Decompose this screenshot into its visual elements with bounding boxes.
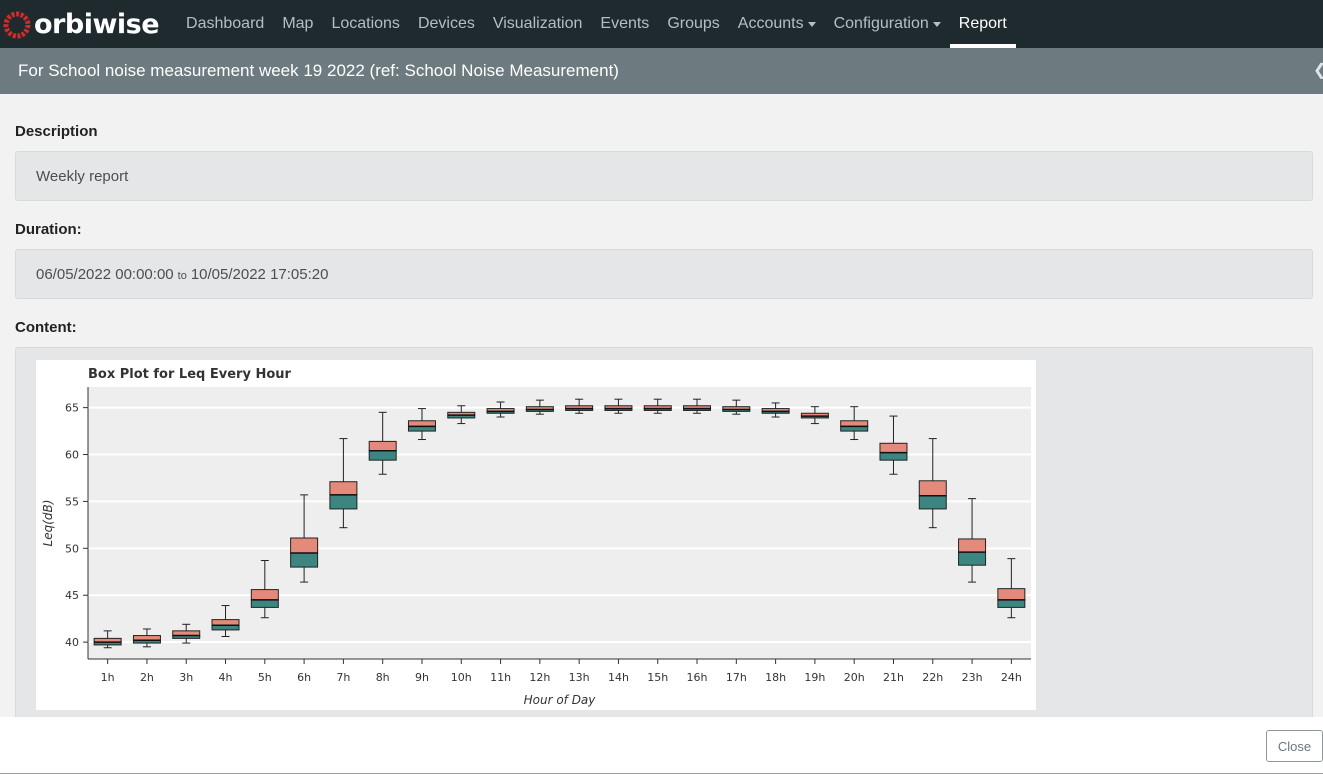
x-tick-label: 16h: [687, 671, 708, 684]
nav-item-label: Report: [958, 15, 1007, 32]
box-upper: [918, 480, 947, 497]
x-tick-label: 6h: [297, 671, 311, 684]
nav-item-label: Configuration: [833, 15, 929, 32]
duration-label: Duration:: [15, 221, 82, 238]
x-tick-label: 24h: [1001, 671, 1022, 684]
duration-end: 10/05/2022 17:05:20: [190, 265, 329, 283]
box-upper: [879, 442, 908, 454]
box-plot-chart: Box Plot for Leq Every Hour 40 45 50 55 60 65 1…: [41, 367, 1031, 707]
box-lower: [329, 494, 358, 510]
nav-item-locations[interactable]: Locations: [322, 0, 409, 48]
box-upper: [407, 420, 436, 427]
x-tick-label: 10h: [451, 671, 472, 684]
description-value: Weekly report: [36, 167, 129, 185]
y-axis-label: Leq(dB): [41, 500, 55, 547]
nav-item-events[interactable]: Events: [591, 0, 658, 48]
x-tick-label: 4h: [219, 671, 233, 684]
box-upper: [250, 589, 279, 601]
box-lower: [879, 452, 908, 461]
chevron-left-icon[interactable]: ❮: [1313, 62, 1323, 80]
nav-item-groups[interactable]: Groups: [658, 0, 728, 48]
x-tick-label: 3h: [179, 671, 193, 684]
x-tick-label: 20h: [844, 671, 865, 684]
nav-item-label: Visualization: [492, 15, 583, 32]
modal-title-bar: For School noise measurement week 19 202…: [0, 48, 1323, 94]
x-tick-label: 17h: [726, 671, 747, 684]
nav-item-accounts[interactable]: Accounts: [729, 0, 825, 48]
main-nav: Dashboard Map Locations Devices Visualizatio…: [177, 0, 1016, 48]
box-upper: [368, 440, 397, 452]
box-upper: [211, 619, 240, 626]
nav-item-report[interactable]: Report: [949, 0, 1016, 48]
box-lower: [368, 450, 397, 461]
box-upper: [997, 588, 1026, 601]
y-tick-label: 40: [65, 636, 79, 649]
description-field: Weekly report: [15, 151, 1313, 201]
nav-item-label: Devices: [417, 15, 475, 32]
x-tick-label: 21h: [883, 671, 904, 684]
nav-item-label: Accounts: [737, 15, 804, 32]
x-axis-label: Hour of Day: [524, 693, 597, 707]
x-tick-label: 8h: [376, 671, 390, 684]
box-upper: [958, 538, 987, 553]
x-tick-label: 19h: [804, 671, 825, 684]
duration-separator: to: [177, 270, 187, 282]
content-panel: Box Plot for Leq Every Hour 40 45 50 55 60 65 1…: [15, 347, 1313, 717]
nav-item-map[interactable]: Map: [273, 0, 322, 48]
y-tick-label: 65: [65, 402, 79, 415]
modal-footer: Close: [0, 717, 1323, 774]
duration-start: 06/05/2022 00:00:00: [36, 265, 174, 283]
box-lower: [918, 495, 947, 510]
box-upper: [840, 420, 869, 427]
plot-area: [88, 387, 1031, 659]
x-tick-label: 1h: [101, 671, 115, 684]
content-label: Content:: [15, 319, 77, 336]
y-tick-label: 60: [65, 449, 79, 462]
caret-down-icon: [932, 21, 941, 27]
modal-title: For School noise measurement week 19 202…: [18, 61, 619, 80]
y-tick-label: 45: [65, 589, 79, 602]
x-tick-label: 12h: [529, 671, 550, 684]
top-navbar: orbiwise Dashboard Map Locations Devices Vis…: [0, 0, 1323, 48]
close-button[interactable]: Close: [1266, 730, 1323, 762]
x-tick-label: 7h: [336, 671, 350, 684]
nav-item-configuration[interactable]: Configuration: [825, 0, 950, 48]
duration-field: 06/05/2022 00:00:00 to 10/05/2022 17:05:…: [15, 249, 1313, 299]
box-lower: [958, 551, 987, 566]
description-label: Description: [15, 123, 98, 140]
nav-item-visualization[interactable]: Visualization: [484, 0, 592, 48]
brand-name: orbiwise: [34, 8, 160, 40]
x-tick-label: 5h: [258, 671, 272, 684]
nav-item-label: Groups: [667, 15, 720, 32]
box-lower: [290, 552, 319, 568]
y-tick-label: 50: [65, 542, 79, 555]
box-upper: [290, 537, 319, 554]
x-tick-label: 23h: [962, 671, 983, 684]
x-tick-label: 14h: [608, 671, 629, 684]
box-lower: [250, 599, 279, 608]
x-tick-label: 11h: [490, 671, 511, 684]
x-tick-label: 22h: [922, 671, 943, 684]
caret-down-icon: [807, 21, 816, 27]
box-plot-card: Box Plot for Leq Every Hour 40 45 50 55 60 65 1…: [36, 360, 1036, 710]
nav-item-label: Locations: [331, 15, 400, 32]
nav-item-label: Dashboard: [186, 15, 265, 32]
x-tick-label: 2h: [140, 671, 154, 684]
nav-item-label: Map: [282, 15, 314, 32]
x-tick-label: 18h: [765, 671, 786, 684]
x-tick-label: 13h: [569, 671, 590, 684]
x-tick-label: 9h: [415, 671, 429, 684]
x-tick-label: 15h: [647, 671, 668, 684]
brand-logo[interactable]: orbiwise: [0, 0, 160, 48]
y-tick-label: 55: [65, 495, 79, 508]
chart-title: Box Plot for Leq Every Hour: [88, 367, 292, 382]
orbiwise-logo-icon: [2, 9, 32, 39]
nav-item-dashboard[interactable]: Dashboard: [177, 0, 273, 48]
nav-item-label: Events: [600, 15, 650, 32]
nav-item-devices[interactable]: Devices: [409, 0, 484, 48]
modal-body: Description Weekly report Duration: 06/0…: [0, 94, 1323, 717]
box-lower: [997, 599, 1026, 608]
box-upper: [329, 481, 358, 496]
